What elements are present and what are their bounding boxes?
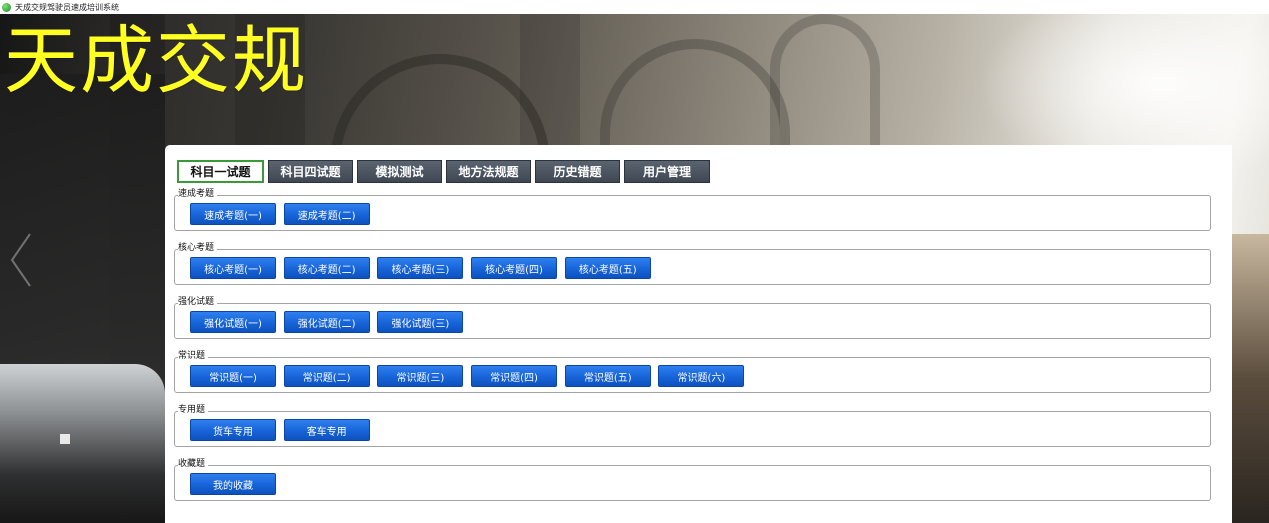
common-knowledge-6-button[interactable]: 常识题(六) bbox=[658, 365, 745, 387]
quick-exam-2-button[interactable]: 速成考题(二) bbox=[283, 203, 370, 225]
group-intensive-exam: 强化试题 强化试题(一) 强化试题(二) 强化试题(三) bbox=[174, 296, 1211, 339]
group-quick-exam: 速成考题 速成考题(一) 速成考题(二) bbox=[174, 188, 1211, 231]
tab-local-regulations[interactable]: 地方法规题 bbox=[446, 160, 531, 183]
window-title: 天成交规驾驶员速成培训系统 bbox=[15, 2, 119, 12]
common-knowledge-5-button[interactable]: 常识题(五) bbox=[564, 365, 651, 387]
core-exam-4-button[interactable]: 核心考题(四) bbox=[471, 257, 558, 279]
common-knowledge-4-button[interactable]: 常识题(四) bbox=[471, 365, 558, 387]
common-knowledge-2-button[interactable]: 常识题(二) bbox=[283, 365, 370, 387]
window-title-bar: 天成交规驾驶员速成培训系统 bbox=[0, 0, 1269, 14]
intensive-exam-1-button[interactable]: 强化试题(一) bbox=[190, 311, 276, 333]
core-exam-2-button[interactable]: 核心考题(二) bbox=[283, 257, 370, 279]
intensive-exam-3-button[interactable]: 强化试题(三) bbox=[377, 311, 464, 333]
group-favorites: 收藏题 我的收藏 bbox=[174, 458, 1211, 501]
group-legend: 速成考题 bbox=[178, 188, 218, 201]
tab-bar: 科目一试题 科目四试题 模拟测试 地方法规题 历史错题 用户管理 bbox=[177, 160, 714, 183]
tab-mock-test[interactable]: 模拟测试 bbox=[357, 160, 442, 183]
chevron-left-icon[interactable] bbox=[8, 230, 34, 290]
group-special: 专用题 货车专用 客车专用 bbox=[174, 404, 1211, 447]
app-icon bbox=[2, 2, 11, 12]
quick-exam-1-button[interactable]: 速成考题(一) bbox=[190, 203, 276, 225]
tab-history-errors[interactable]: 历史错题 bbox=[535, 160, 620, 183]
group-legend: 强化试题 bbox=[178, 296, 218, 309]
common-knowledge-3-button[interactable]: 常识题(三) bbox=[377, 365, 464, 387]
tab-user-management[interactable]: 用户管理 bbox=[624, 160, 710, 183]
intensive-exam-2-button[interactable]: 强化试题(二) bbox=[283, 311, 370, 333]
my-favorites-button[interactable]: 我的收藏 bbox=[190, 473, 276, 495]
group-legend: 收藏题 bbox=[178, 458, 209, 471]
brand-title: 天成交规 bbox=[4, 18, 308, 104]
core-exam-3-button[interactable]: 核心考题(三) bbox=[377, 257, 464, 279]
core-exam-1-button[interactable]: 核心考题(一) bbox=[190, 257, 276, 279]
tab-subject-four[interactable]: 科目四试题 bbox=[268, 160, 353, 183]
group-common-knowledge: 常识题 常识题(一) 常识题(二) 常识题(三) 常识题(四) 常识题(五) 常… bbox=[174, 350, 1211, 393]
common-knowledge-1-button[interactable]: 常识题(一) bbox=[190, 365, 276, 387]
tab-subject-one[interactable]: 科目一试题 bbox=[177, 160, 264, 183]
main-panel: 科目一试题 科目四试题 模拟测试 地方法规题 历史错题 用户管理 速成考题 速成… bbox=[165, 145, 1232, 523]
truck-special-button[interactable]: 货车专用 bbox=[190, 419, 276, 441]
bus-special-button[interactable]: 客车专用 bbox=[283, 419, 370, 441]
group-legend: 核心考题 bbox=[178, 242, 218, 255]
group-legend: 专用题 bbox=[178, 404, 209, 417]
core-exam-5-button[interactable]: 核心考题(五) bbox=[564, 257, 651, 279]
group-legend: 常识题 bbox=[178, 350, 209, 363]
group-core-exam: 核心考题 核心考题(一) 核心考题(二) 核心考题(三) 核心考题(四) 核心考… bbox=[174, 242, 1211, 285]
